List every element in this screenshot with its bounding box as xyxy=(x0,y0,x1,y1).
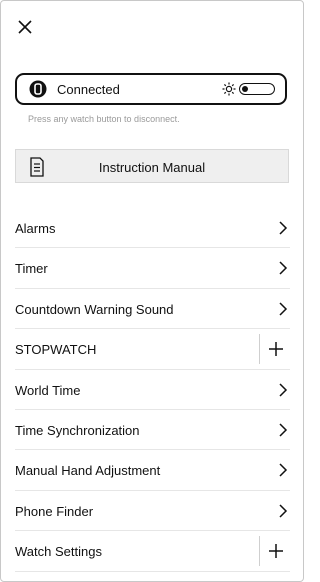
menu-item-world-time[interactable]: World Time xyxy=(15,370,290,410)
menu-item-label: Phone Finder xyxy=(15,503,94,519)
menu-item-label: Watch Settings xyxy=(15,544,102,560)
app-screen: Connected Press any watch button to disc… xyxy=(0,0,304,582)
connection-status-card: Connected xyxy=(15,73,287,105)
close-button[interactable] xyxy=(15,17,35,37)
expand-button[interactable] xyxy=(259,334,290,365)
menu-item-stopwatch[interactable]: STOPWATCH xyxy=(15,329,290,370)
battery-indicator xyxy=(239,83,275,95)
expand-button[interactable] xyxy=(259,536,290,567)
battery-level-fill xyxy=(242,85,248,92)
menu-item-label: World Time xyxy=(15,382,81,398)
chevron-right-icon xyxy=(279,504,288,518)
menu-item-label: Countdown Warning Sound xyxy=(15,301,174,317)
menu-item-manual-hand-adjustment[interactable]: Manual Hand Adjustment xyxy=(15,450,290,491)
menu-item-alarms[interactable]: Alarms xyxy=(15,208,290,249)
close-icon xyxy=(18,20,32,34)
chevron-right-icon xyxy=(279,383,288,397)
chevron-right-icon xyxy=(279,463,288,477)
menu-item-phone-finder[interactable]: Phone Finder xyxy=(15,491,290,532)
menu-item-timer[interactable]: Timer xyxy=(15,248,290,289)
chevron-right-icon xyxy=(279,221,288,235)
watch-icon xyxy=(29,80,47,98)
plus-icon xyxy=(269,342,283,357)
menu-item-label: Alarms xyxy=(15,221,56,236)
menu-item-label: Manual Hand Adjustment xyxy=(15,463,161,479)
menu-item-countdown-warning-sound[interactable]: Countdown Warning Sound xyxy=(15,289,290,330)
chevron-right-icon xyxy=(279,423,288,437)
menu-item-label: Time Synchronization xyxy=(15,422,140,438)
brightness-icon xyxy=(222,82,236,96)
chevron-right-icon xyxy=(279,302,288,316)
instruction-manual-button[interactable]: Instruction Manual xyxy=(15,149,289,183)
menu-item-watch-settings[interactable]: Watch Settings xyxy=(15,531,290,572)
chevron-right-icon xyxy=(279,261,288,275)
instruction-manual-label: Instruction Manual xyxy=(98,160,206,175)
connection-status-label: Connected xyxy=(57,82,120,97)
settings-menu: Alarms Timer Countdown Warning Sound STO… xyxy=(15,208,290,572)
menu-item-time-synchronization[interactable]: Time Synchronization xyxy=(15,410,290,451)
disconnect-hint: Press any watch button to disconnect. xyxy=(28,114,180,124)
menu-item-label: STOPWATCH xyxy=(15,342,97,358)
menu-item-label: Timer xyxy=(15,261,48,277)
plus-icon xyxy=(269,544,283,559)
